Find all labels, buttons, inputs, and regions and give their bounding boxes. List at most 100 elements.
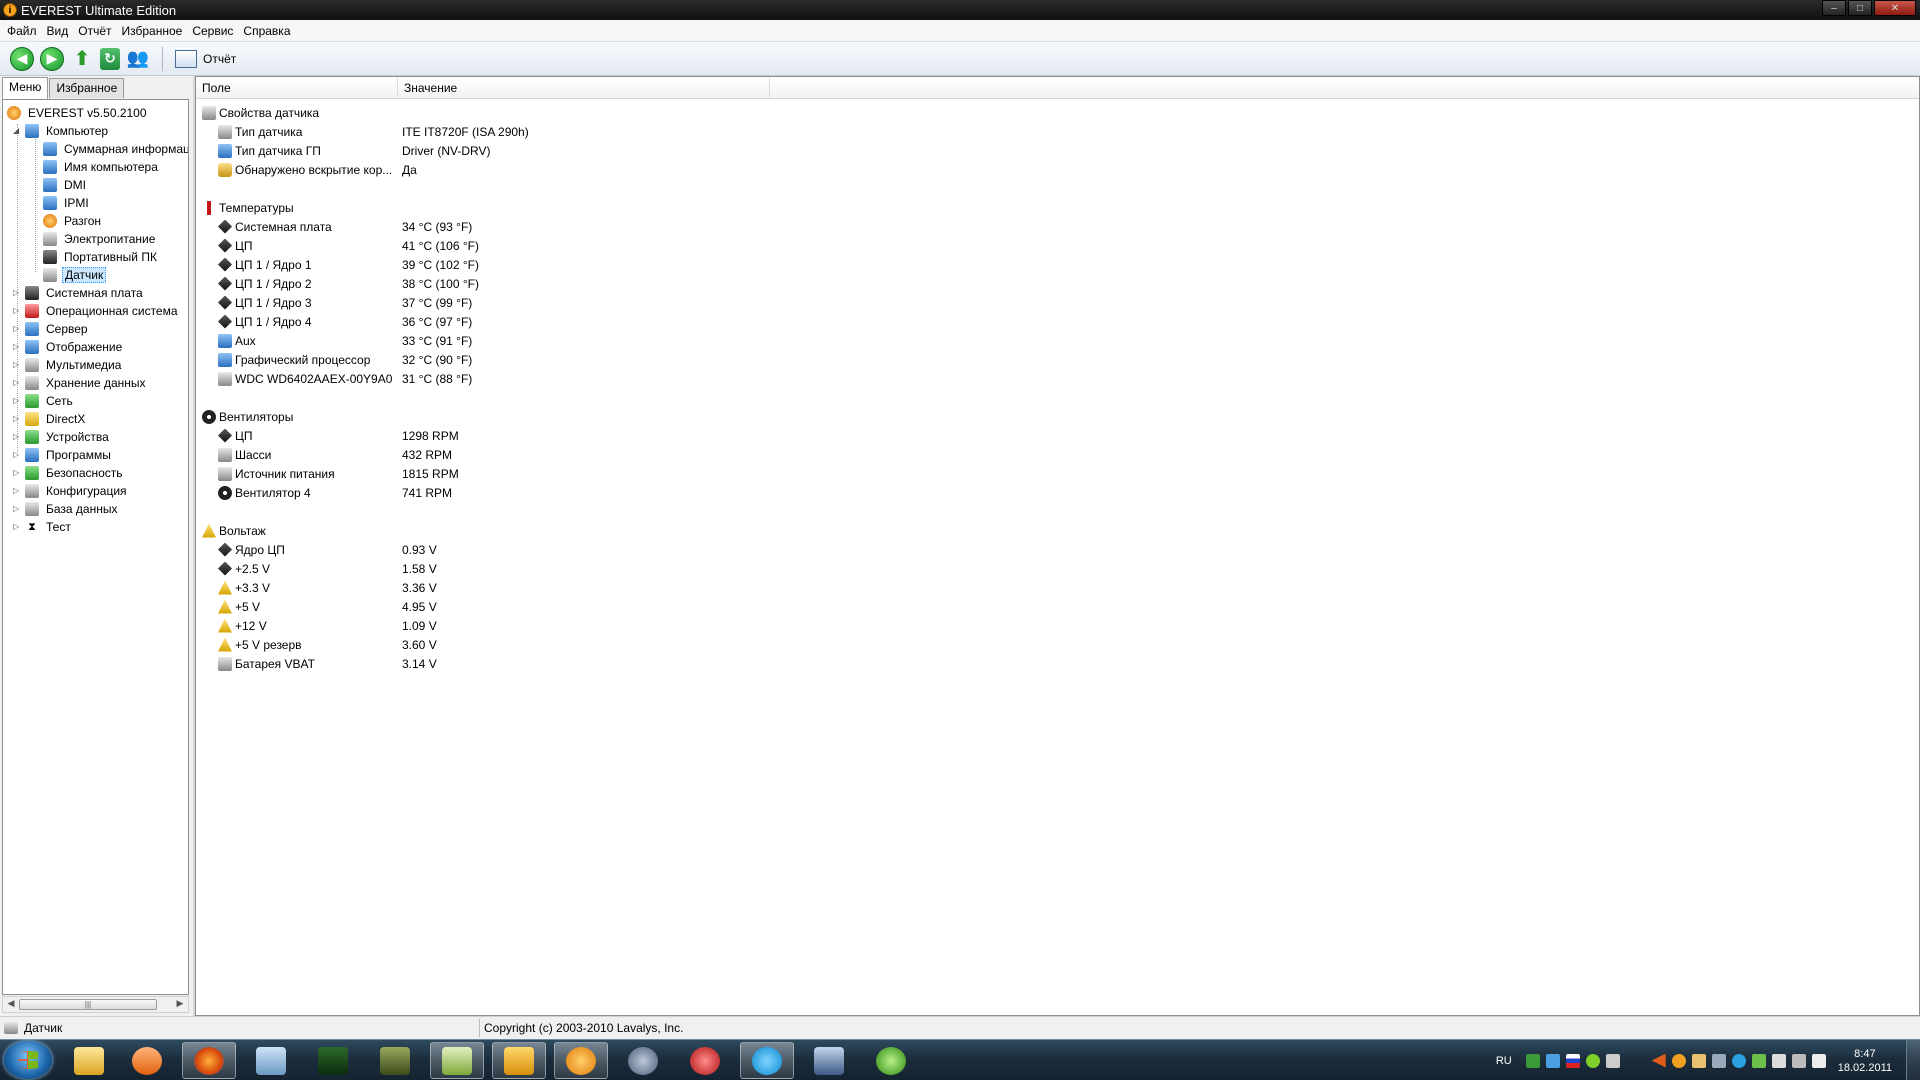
tray-icon[interactable]: [1525, 1053, 1540, 1068]
tab-menu[interactable]: Меню: [2, 77, 49, 99]
tree-item-overclock[interactable]: Разгон: [43, 212, 103, 230]
tray-icon[interactable]: [1711, 1053, 1726, 1068]
table-row[interactable]: Тип датчика ГП: [218, 141, 321, 160]
collapse-arrow-icon[interactable]: ◢: [13, 127, 21, 135]
menu-file[interactable]: Файл: [2, 24, 42, 38]
taskbar-skype[interactable]: [740, 1042, 794, 1079]
tree-item-server[interactable]: Сервер: [25, 320, 90, 338]
expand-arrow-icon[interactable]: ▷: [13, 325, 21, 333]
expand-arrow-icon[interactable]: ▷: [13, 469, 21, 477]
table-row[interactable]: ЦП 1 / Ядро 2: [218, 274, 312, 293]
tree-item-sensor[interactable]: Датчик: [43, 266, 107, 284]
taskbar-app-14[interactable]: [864, 1042, 918, 1079]
tray-icon[interactable]: [1605, 1053, 1620, 1068]
table-row[interactable]: ЦП 1 / Ядро 1: [218, 255, 312, 274]
expand-arrow-icon[interactable]: ▷: [13, 505, 21, 513]
taskbar-everest[interactable]: [554, 1042, 608, 1079]
taskbar-app-5[interactable]: [306, 1042, 360, 1079]
expand-arrow-icon[interactable]: ▷: [13, 397, 21, 405]
network-icon[interactable]: [1771, 1053, 1786, 1068]
maximize-button[interactable]: □: [1848, 0, 1872, 16]
expand-arrow-icon[interactable]: ▷: [13, 523, 21, 531]
table-row[interactable]: Ядро ЦП: [218, 540, 285, 559]
table-row[interactable]: ЦП 1 / Ядро 4: [218, 312, 312, 331]
everest-app-icon[interactable]: i: [3, 3, 17, 17]
tree-item-test[interactable]: ⧗ Тест: [25, 518, 73, 536]
show-desktop-button[interactable]: [1906, 1040, 1920, 1080]
clock[interactable]: 8:47 18.02.2011: [1838, 1047, 1892, 1075]
expand-arrow-icon[interactable]: ▷: [13, 415, 21, 423]
table-row[interactable]: Шасси: [218, 445, 271, 464]
tree-root[interactable]: EVEREST v5.50.2100: [7, 104, 149, 122]
taskbar-app-7[interactable]: [430, 1042, 484, 1079]
table-row[interactable]: +2.5 V: [218, 559, 270, 578]
table-row[interactable]: Источник питания: [218, 464, 335, 483]
expand-arrow-icon[interactable]: ▷: [13, 361, 21, 369]
expand-arrow-icon[interactable]: ▷: [13, 433, 21, 441]
menu-view[interactable]: Вид: [42, 24, 74, 38]
back-arrow-icon[interactable]: ◀: [10, 46, 34, 71]
column-value[interactable]: Значение: [398, 77, 770, 99]
expand-arrow-icon[interactable]: ▷: [13, 451, 21, 459]
scroll-thumb[interactable]: |||: [19, 999, 157, 1010]
tray-icon[interactable]: [1731, 1053, 1746, 1068]
tree-item-multimedia[interactable]: Мультимедиа: [25, 356, 123, 374]
tree-item-computer[interactable]: Компьютер: [25, 122, 110, 140]
tray-icon[interactable]: [1751, 1053, 1766, 1068]
table-row[interactable]: +3.3 V: [218, 578, 270, 597]
menu-report[interactable]: Отчёт: [73, 24, 116, 38]
table-row[interactable]: WDC WD6402AAEX-00Y9A0: [218, 369, 392, 388]
navigation-tree[interactable]: EVEREST v5.50.2100 ◢ Компьютер Суммарная…: [2, 99, 189, 995]
report-button[interactable]: Отчёт: [175, 49, 236, 68]
table-row[interactable]: Графический процессор: [218, 350, 370, 369]
taskbar-app-8[interactable]: [492, 1042, 546, 1079]
table-row[interactable]: +5 V: [218, 597, 260, 616]
tree-item-security[interactable]: Безопасность: [25, 464, 125, 482]
column-field[interactable]: Поле: [196, 77, 398, 99]
scroll-right-icon[interactable]: ▶: [173, 998, 187, 1011]
volume-icon[interactable]: [1791, 1053, 1806, 1068]
table-row[interactable]: Aux: [218, 331, 256, 350]
table-row[interactable]: +5 V резерв: [218, 635, 302, 654]
tab-favorites[interactable]: Избранное: [49, 78, 125, 98]
tree-horizontal-scrollbar[interactable]: ◀ ||| ▶: [2, 996, 189, 1013]
up-folder-icon[interactable]: ⬆: [70, 47, 94, 71]
tray-icon[interactable]: [1671, 1053, 1686, 1068]
tray-arrow-icon[interactable]: [1651, 1053, 1666, 1068]
menu-service[interactable]: Сервис: [187, 24, 238, 38]
refresh-icon[interactable]: ↻: [100, 47, 120, 70]
taskbar-app-10[interactable]: [616, 1042, 670, 1079]
tree-item-motherboard[interactable]: Системная плата: [25, 284, 145, 302]
tree-item-power[interactable]: Электропитание: [43, 230, 157, 248]
tree-item-devices[interactable]: Устройства: [25, 428, 111, 446]
table-row[interactable]: Системная плата: [218, 217, 332, 236]
expand-arrow-icon[interactable]: ▷: [13, 343, 21, 351]
tree-item-ipmi[interactable]: IPMI: [43, 194, 91, 212]
taskbar-firefox[interactable]: [182, 1042, 236, 1079]
tray-icon[interactable]: [1585, 1053, 1600, 1068]
flag-icon[interactable]: [1565, 1053, 1580, 1068]
tree-item-summary[interactable]: Суммарная информация: [43, 140, 188, 158]
menu-favorites[interactable]: Избранное: [117, 24, 188, 38]
expand-arrow-icon[interactable]: ▷: [13, 379, 21, 387]
language-indicator[interactable]: RU: [1496, 1055, 1512, 1067]
tree-item-network[interactable]: Сеть: [25, 392, 75, 410]
users-icon[interactable]: 👥: [126, 47, 150, 71]
taskbar-media-player[interactable]: [120, 1042, 174, 1079]
tray-icon[interactable]: [1691, 1053, 1706, 1068]
close-button[interactable]: ✕: [1874, 0, 1916, 16]
taskbar-explorer[interactable]: [62, 1042, 116, 1079]
expand-arrow-icon[interactable]: ▷: [13, 307, 21, 315]
expand-arrow-icon[interactable]: ▷: [13, 289, 21, 297]
tree-item-display[interactable]: Отображение: [25, 338, 124, 356]
tree-item-config[interactable]: Конфигурация: [25, 482, 129, 500]
tree-item-os[interactable]: Операционная система: [25, 302, 180, 320]
tree-item-computer-name[interactable]: Имя компьютера: [43, 158, 160, 176]
tray-icon[interactable]: [1545, 1053, 1560, 1068]
taskbar-app-6[interactable]: [368, 1042, 422, 1079]
tree-item-storage[interactable]: Хранение данных: [25, 374, 148, 392]
table-row[interactable]: Вентилятор 4: [218, 483, 311, 502]
table-row[interactable]: Батарея VBAT: [218, 654, 315, 673]
table-row[interactable]: +12 V: [218, 616, 267, 635]
tree-item-portable[interactable]: Портативный ПК: [43, 248, 159, 266]
